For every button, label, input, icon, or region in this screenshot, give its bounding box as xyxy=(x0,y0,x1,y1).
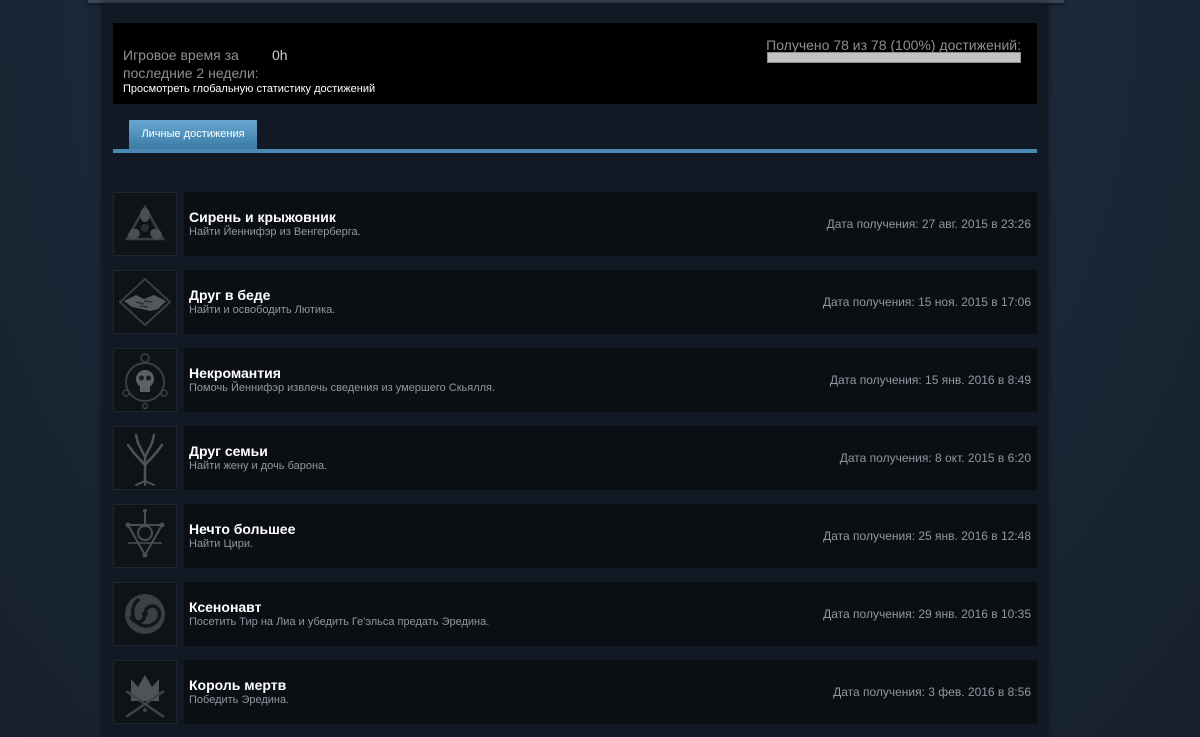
progress-bar xyxy=(767,52,1021,63)
progress-fill xyxy=(768,53,1020,62)
handshake-icon xyxy=(113,270,177,334)
achievement-body: Нечто большее Найти Цири. Дата получения… xyxy=(184,504,1037,568)
achievement-date: Дата получения: 15 ноя. 2015 в 17:06 xyxy=(822,295,1031,309)
achievement-row: Король мертв Победить Эредина. Дата полу… xyxy=(113,660,1037,724)
achievement-body: Некромантия Помочь Йеннифэр извлечь свед… xyxy=(184,348,1037,412)
achievement-row: Друг семьи Найти жену и дочь барона. Дат… xyxy=(113,426,1037,490)
page: Игровое время за последние 2 недели: 0h … xyxy=(0,0,1200,737)
tree-icon xyxy=(113,426,177,490)
achievement-description: Помочь Йеннифэр извлечь сведения из умер… xyxy=(189,382,496,394)
achievement-date: Дата получения: 8 окт. 2015 в 6:20 xyxy=(839,451,1031,465)
achievement-body: Сирень и крыжовник Найти Йеннифэр из Вен… xyxy=(184,192,1037,256)
achievement-title: Сирень и крыжовник xyxy=(189,209,336,225)
tab-underline xyxy=(113,149,1037,153)
skull-circle-icon xyxy=(113,348,177,412)
crown-icon xyxy=(113,660,177,724)
achievement-description: Найти и освободить Лютика. xyxy=(189,304,336,316)
stats-box: Игровое время за последние 2 недели: 0h … xyxy=(113,23,1037,104)
achievement-row: Ксенонавт Посетить Тир на Лиа и убедить … xyxy=(113,582,1037,646)
star-sigil-icon xyxy=(113,504,177,568)
achievement-title: Друг семьи xyxy=(189,443,268,459)
achievement-date: Дата получения: 27 авг. 2015 в 23:26 xyxy=(826,217,1031,231)
achievement-row: Сирень и крыжовник Найти Йеннифэр из Вен… xyxy=(113,192,1037,256)
achievement-title: Друг в беде xyxy=(189,287,271,303)
achievement-body: Король мертв Победить Эредина. Дата полу… xyxy=(184,660,1037,724)
spiral-icon xyxy=(113,582,177,646)
achievement-body: Друг семьи Найти жену и дочь барона. Дат… xyxy=(184,426,1037,490)
tab-personal-achievements[interactable]: Личные достижения xyxy=(129,120,257,149)
progress-text: Получено 78 из 78 (100%) достижений: xyxy=(766,37,1021,53)
achievement-date: Дата получения: 15 янв. 2016 в 8:49 xyxy=(829,373,1031,387)
achievement-title: Нечто большее xyxy=(189,521,296,537)
achievement-body: Ксенонавт Посетить Тир на Лиа и убедить … xyxy=(184,582,1037,646)
achievement-title: Некромантия xyxy=(189,365,281,381)
global-stats-link[interactable]: Просмотреть глобальную статистику достиж… xyxy=(123,83,375,95)
playtime-label: Игровое время за последние 2 недели: xyxy=(123,47,259,81)
achievement-description: Найти Йеннифэр из Венгерберга. xyxy=(189,226,361,238)
achievement-date: Дата получения: 29 янв. 2016 в 10:35 xyxy=(823,607,1031,621)
achievement-description: Найти жену и дочь барона. xyxy=(189,460,328,472)
achievement-description: Найти Цири. xyxy=(189,538,254,550)
achievement-body: Друг в беде Найти и освободить Лютика. Д… xyxy=(184,270,1037,334)
achievement-title: Ксенонавт xyxy=(189,599,262,615)
achievement-date: Дата получения: 3 фев. 2016 в 8:56 xyxy=(833,685,1031,699)
achievement-date: Дата получения: 25 янв. 2016 в 12:48 xyxy=(823,529,1031,543)
achievement-description: Победить Эредина. xyxy=(189,694,290,706)
achievement-row: Друг в беде Найти и освободить Лютика. Д… xyxy=(113,270,1037,334)
triangle-sigil-icon xyxy=(113,192,177,256)
achievement-title: Король мертв xyxy=(189,677,287,693)
achievement-description: Посетить Тир на Лиа и убедить Ге'эльса п… xyxy=(189,616,490,628)
playtime-value: 0h xyxy=(272,47,288,63)
achievement-row: Некромантия Помочь Йеннифэр извлечь свед… xyxy=(113,348,1037,412)
achievement-row: Нечто большее Найти Цири. Дата получения… xyxy=(113,504,1037,568)
